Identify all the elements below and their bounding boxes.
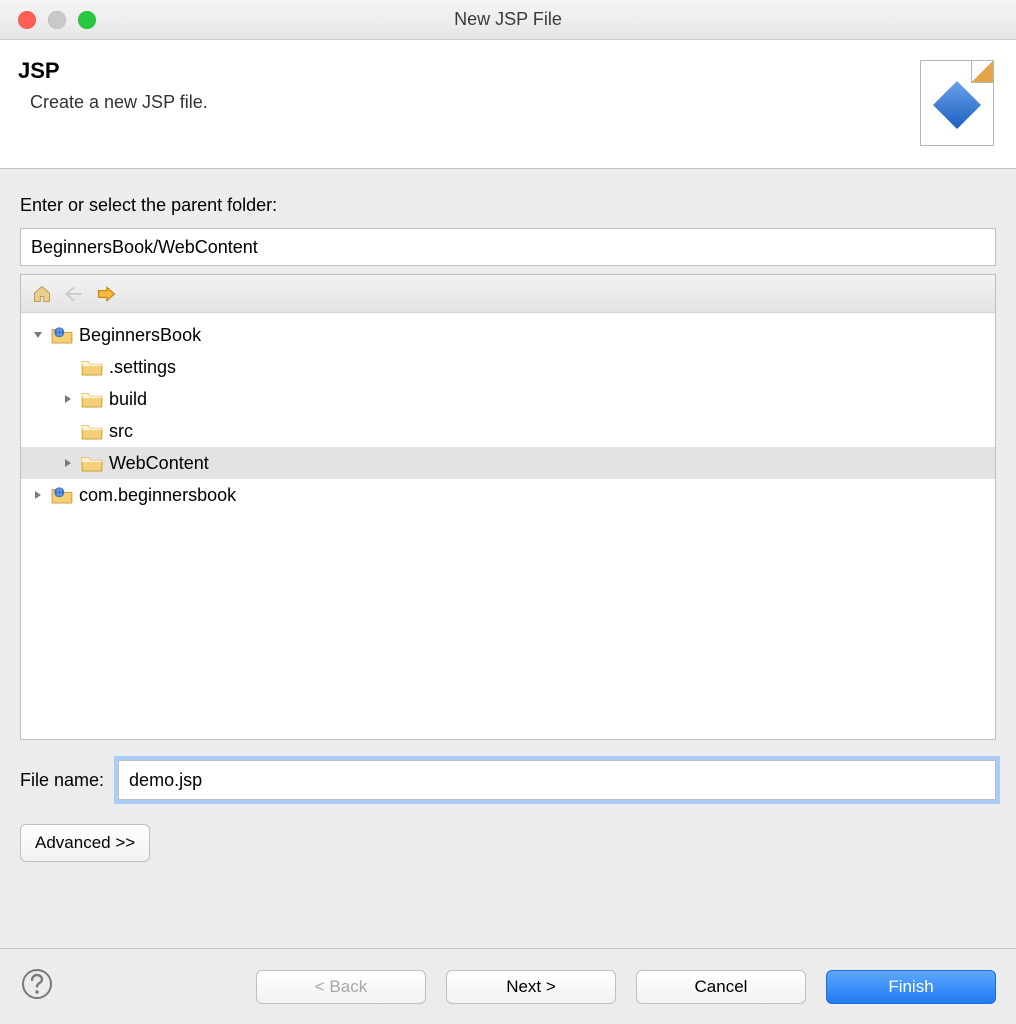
expand-icon[interactable] xyxy=(63,456,77,470)
tree-item-build[interactable]: build xyxy=(21,383,995,415)
expand-icon[interactable] xyxy=(33,488,47,502)
tree-item-src[interactable]: src xyxy=(21,415,995,447)
file-name-label: File name: xyxy=(20,770,104,791)
toggle-placeholder xyxy=(63,424,77,438)
window-controls xyxy=(0,11,96,29)
tree-item-label: com.beginnersbook xyxy=(79,479,236,511)
folder-tree-toolbar xyxy=(21,275,995,313)
page-subtitle: Create a new JSP file. xyxy=(30,92,208,113)
tree-item-label: src xyxy=(109,415,133,447)
wizard-header: JSP Create a new JSP file. xyxy=(0,40,1016,169)
advanced-button[interactable]: Advanced >> xyxy=(20,824,150,862)
forward-arrow-icon[interactable] xyxy=(95,283,117,305)
tree-item--settings[interactable]: .settings xyxy=(21,351,995,383)
help-icon[interactable] xyxy=(20,967,54,1006)
folder-icon xyxy=(81,390,103,408)
wizard-banner-jsp-icon xyxy=(920,60,994,146)
parent-folder-prompt: Enter or select the parent folder: xyxy=(20,195,996,216)
tree-item-com-beginnersbook[interactable]: com.beginnersbook xyxy=(21,479,995,511)
finish-button[interactable]: Finish xyxy=(826,970,996,1004)
parent-folder-input[interactable] xyxy=(20,228,996,266)
tree-item-label: build xyxy=(109,383,147,415)
file-name-input[interactable] xyxy=(118,760,996,800)
next-button[interactable]: Next > xyxy=(446,970,616,1004)
folder-tree-panel: BeginnersBook.settingsbuildsrcWebContent… xyxy=(20,274,996,740)
folder-tree[interactable]: BeginnersBook.settingsbuildsrcWebContent… xyxy=(21,313,995,739)
folder-icon xyxy=(81,454,103,472)
expand-icon[interactable] xyxy=(63,392,77,406)
tree-item-webcontent[interactable]: WebContent xyxy=(21,447,995,479)
folder-icon xyxy=(81,422,103,440)
window-titlebar: New JSP File xyxy=(0,0,1016,40)
window-title: New JSP File xyxy=(0,9,1016,30)
project-icon xyxy=(51,326,73,344)
minimize-window-button xyxy=(48,11,66,29)
wizard-footer: < Back Next > Cancel Finish xyxy=(0,948,1016,1024)
project-icon xyxy=(51,486,73,504)
page-title: JSP xyxy=(18,58,208,84)
tree-item-label: BeginnersBook xyxy=(79,319,201,351)
wizard-body: Enter or select the parent folder: Begin… xyxy=(0,169,1016,880)
zoom-window-button[interactable] xyxy=(78,11,96,29)
tree-item-label: WebContent xyxy=(109,447,209,479)
folder-icon xyxy=(81,358,103,376)
back-arrow-icon[interactable] xyxy=(63,283,85,305)
home-icon[interactable] xyxy=(31,283,53,305)
close-window-button[interactable] xyxy=(18,11,36,29)
collapse-icon[interactable] xyxy=(33,328,47,342)
tree-item-label: .settings xyxy=(109,351,176,383)
back-button: < Back xyxy=(256,970,426,1004)
tree-item-beginnersbook[interactable]: BeginnersBook xyxy=(21,319,995,351)
toggle-placeholder xyxy=(63,360,77,374)
cancel-button[interactable]: Cancel xyxy=(636,970,806,1004)
